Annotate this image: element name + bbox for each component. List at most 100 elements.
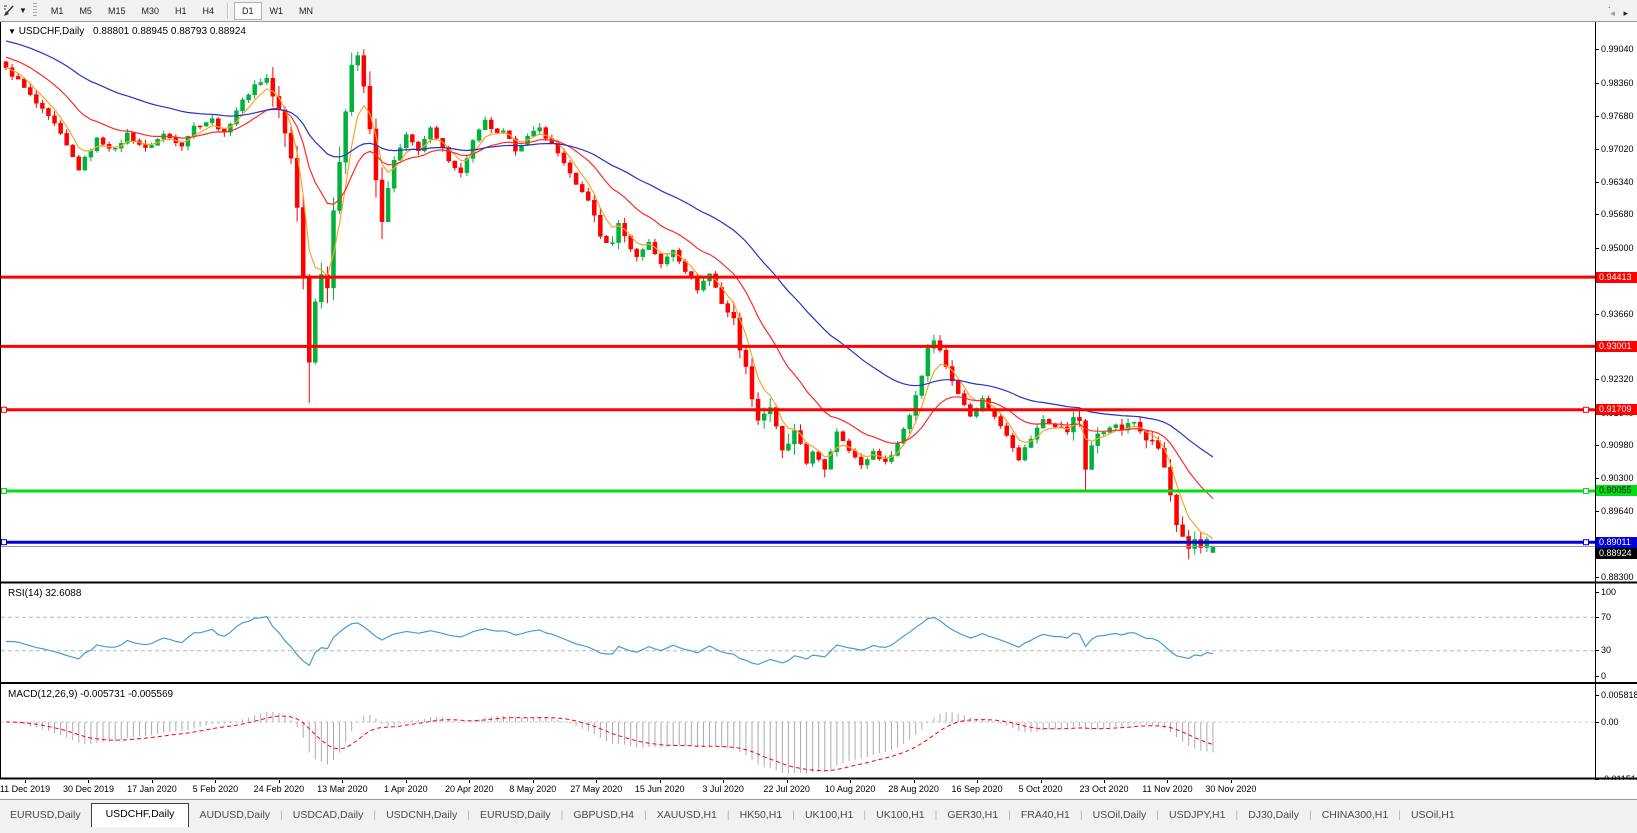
- date-axis[interactable]: 11 Dec 201930 Dec 201917 Jan 20205 Feb 2…: [0, 780, 1637, 799]
- level-price-badge: 0.93001: [1596, 341, 1637, 352]
- symbol-tab-eurusd-daily[interactable]: EURUSD,Daily: [470, 804, 561, 827]
- timeframe-group: M1M5M15M30H1H4: [43, 2, 222, 20]
- symbol-tab-hk50-h1[interactable]: HK50,H1: [730, 804, 793, 827]
- price-tick-label: 0.92320: [1601, 374, 1634, 384]
- symbol-tab-usdchf-daily[interactable]: USDCHF,Daily: [91, 803, 190, 827]
- date-label: 17 Jan 2020: [127, 784, 177, 794]
- price-tick-label: 0.89640: [1601, 506, 1634, 516]
- cursor-tool-dropdown-caret[interactable]: ▼: [19, 0, 27, 21]
- chart-collapse-icon[interactable]: ▼: [8, 27, 16, 36]
- rsi-label: RSI(14) 32.6088: [8, 588, 81, 599]
- macd-tick-mark: [1595, 695, 1599, 696]
- date-tick-mark: [1231, 780, 1232, 783]
- price-tick-mark: [1595, 478, 1599, 479]
- toolbar-grip[interactable]: [33, 3, 37, 18]
- price-tick-mark: [1595, 116, 1599, 117]
- date-tick-mark: [660, 780, 661, 783]
- level-handle: [2, 540, 7, 545]
- tab-scroll-left-icon[interactable]: ◂: [1610, 8, 1615, 18]
- level-handle: [1584, 488, 1589, 493]
- level-price-badge: 0.89011: [1596, 537, 1637, 548]
- chart-title[interactable]: ▼ USDCHF,Daily 0.88801 0.88945 0.88793 0…: [8, 26, 246, 37]
- timeframe-button-m5[interactable]: M5: [71, 2, 100, 20]
- symbol-tab-usoil-daily[interactable]: USOil,Daily: [1083, 804, 1157, 827]
- date-label: 27 May 2020: [570, 784, 622, 794]
- date-tick-mark: [596, 780, 597, 783]
- toolbar-separator: [227, 3, 229, 19]
- macd-tick-mark: [1595, 722, 1599, 723]
- symbol-tab-usdcad-daily[interactable]: USDCAD,Daily: [283, 804, 374, 827]
- date-label: 22 Jul 2020: [763, 784, 810, 794]
- macd-signal-line: [6, 716, 1213, 771]
- timeframe-button-m15[interactable]: M15: [100, 2, 134, 20]
- macd-histogram: [6, 712, 1213, 774]
- timeframe-button-d1[interactable]: D1: [234, 2, 262, 20]
- date-tick-mark: [533, 780, 534, 783]
- symbol-tab-uk100-h1[interactable]: UK100,H1: [795, 804, 863, 827]
- cursor-tool-icon[interactable]: [1, 3, 17, 19]
- price-tick-mark: [1595, 182, 1599, 183]
- symbol-tab-dj30-daily[interactable]: DJ30,Daily: [1238, 804, 1309, 827]
- price-tick-mark: [1595, 83, 1599, 84]
- symbol-tab-audusd-daily[interactable]: AUDUSD,Daily: [189, 804, 280, 827]
- symbol-tab-bar: EURUSD,DailyUSDCHF,DailyAUDUSD,Daily|USD…: [0, 799, 1637, 833]
- price-tick-label: 0.99040: [1601, 44, 1634, 54]
- timeframe-button-h1[interactable]: H1: [167, 2, 195, 20]
- price-tick-label: 0.93660: [1601, 309, 1634, 319]
- rsi-tick-mark: [1595, 676, 1599, 677]
- date-label: 5 Oct 2020: [1019, 784, 1063, 794]
- rsi-line: [6, 617, 1213, 666]
- symbol-tab-usdjpy-h1[interactable]: USDJPY,H1: [1159, 804, 1235, 827]
- date-label: 11 Nov 2020: [1142, 784, 1192, 794]
- symbol-tab-fra40-h1[interactable]: FRA40,H1: [1011, 804, 1080, 827]
- date-label: 13 Mar 2020: [317, 784, 368, 794]
- timeframe-button-h4[interactable]: H4: [195, 2, 223, 20]
- symbol-tab-china300-h1[interactable]: CHINA300,H1: [1312, 804, 1399, 827]
- symbol-tab-xauusd-h1[interactable]: XAUUSD,H1: [647, 804, 727, 827]
- price-tick-mark: [1595, 49, 1599, 50]
- date-label: 10 Aug 2020: [825, 784, 876, 794]
- price-chart-svg[interactable]: [0, 22, 1637, 780]
- timeframe-group-2: D1W1MN: [234, 2, 321, 20]
- date-label: 23 Oct 2020: [1079, 784, 1128, 794]
- price-tick-label: 0.97680: [1601, 111, 1634, 121]
- date-tick-mark: [787, 780, 788, 783]
- date-tick-mark: [406, 780, 407, 783]
- price-tick-label: 0.95000: [1601, 243, 1634, 253]
- price-tick-label: 0.90300: [1601, 473, 1634, 483]
- date-tick-mark: [469, 780, 470, 783]
- date-tick-mark: [723, 780, 724, 783]
- symbol-tab-uk100-h1[interactable]: UK100,H1: [866, 804, 934, 827]
- date-label: 28 Aug 2020: [888, 784, 939, 794]
- macd-label: MACD(12,26,9) -0.005731 -0.005569: [8, 689, 173, 700]
- toolbar: ▼ M1M5M15M30H1H4 D1W1MN ▴: [0, 0, 1637, 22]
- level-price-badge: 0.91709: [1596, 404, 1637, 415]
- symbol-tab-usdcnh-daily[interactable]: USDCNH,Daily: [376, 804, 467, 827]
- rsi-tick-mark: [1595, 592, 1599, 593]
- date-label: 3 Jul 2020: [702, 784, 744, 794]
- level-price-badge: 0.90055: [1596, 485, 1637, 496]
- timeframe-button-w1[interactable]: W1: [262, 2, 292, 20]
- rsi-tick-label: 70: [1601, 612, 1611, 622]
- symbol-tab-gbpusd-h4[interactable]: GBPUSD,H4: [563, 804, 644, 827]
- symbol-tab-ger30-h1[interactable]: GER30,H1: [937, 804, 1008, 827]
- price-tick-label: 0.97020: [1601, 144, 1634, 154]
- level-handle: [2, 488, 7, 493]
- date-tick-mark: [25, 780, 26, 783]
- symbol-tab-usoil-h1[interactable]: USOil,H1: [1401, 804, 1465, 827]
- price-tick-label: 0.98360: [1601, 78, 1634, 88]
- chart-ohlc-values: 0.88801 0.88945 0.88793 0.88924: [93, 26, 246, 37]
- application-window: ▼ M1M5M15M30H1H4 D1W1MN ▴ ▼ USDCHF,Daily…: [0, 0, 1637, 833]
- date-tick-mark: [850, 780, 851, 783]
- timeframe-button-m30[interactable]: M30: [133, 2, 167, 20]
- symbol-tab-eurusd-daily[interactable]: EURUSD,Daily: [0, 804, 91, 827]
- date-tick-mark: [279, 780, 280, 783]
- timeframe-button-m1[interactable]: M1: [43, 2, 72, 20]
- rsi-tick-label: 0: [1601, 671, 1606, 681]
- price-tick-mark: [1595, 214, 1599, 215]
- chart-symbol-label: USDCHF,Daily: [19, 26, 85, 37]
- tab-scroll-right-icon[interactable]: ▸: [1623, 8, 1628, 18]
- timeframe-button-mn[interactable]: MN: [291, 2, 321, 20]
- macd-tick-label: 0.005818: [1601, 690, 1637, 700]
- current-price-badge: 0.88924: [1596, 548, 1637, 559]
